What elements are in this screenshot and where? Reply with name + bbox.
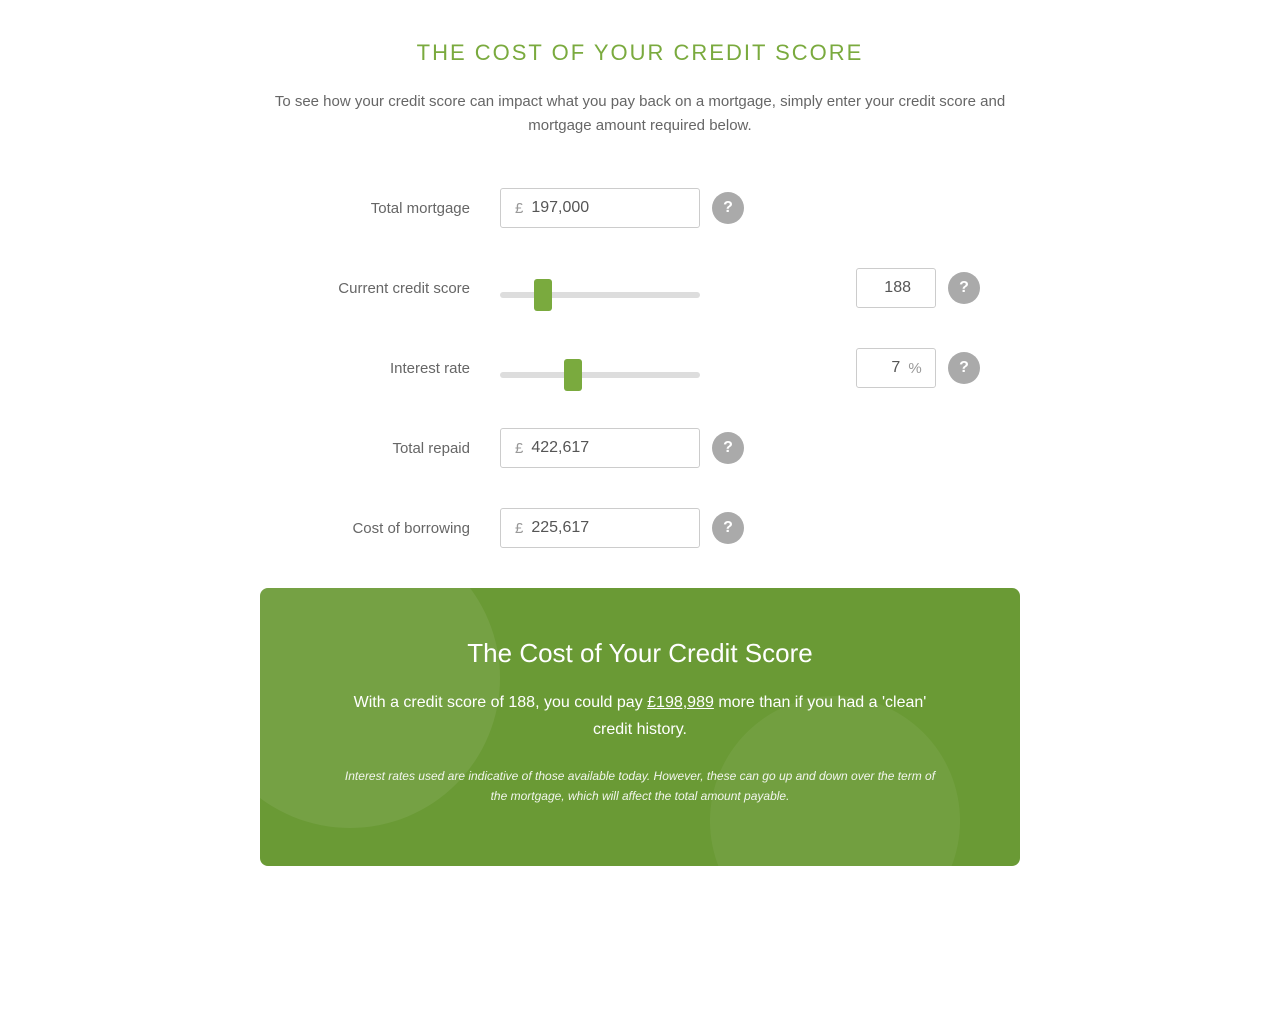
info-highlighted-amount: £198,989 [647,694,714,711]
interest-rate-slider-wrapper[interactable] [500,365,844,371]
interest-rate-input[interactable] [870,359,900,377]
calculator-form: Total mortgage £ ? Current credit score … [260,188,1020,548]
info-body-prefix: With a credit score of [354,694,509,711]
total-repaid-label: Total repaid [300,440,500,457]
total-repaid-row: Total repaid £ ? [300,428,980,468]
total-repaid-control: £ ? [500,428,980,468]
credit-score-input-box[interactable] [856,268,936,308]
total-repaid-currency: £ [515,440,523,457]
info-card-title: The Cost of Your Credit Score [340,638,940,669]
interest-rate-percent: % [908,360,921,377]
total-repaid-input [531,439,651,457]
credit-score-input[interactable] [881,279,911,297]
info-credit-score: 188 [508,694,535,711]
total-mortgage-input-box[interactable]: £ [500,188,700,228]
cost-of-borrowing-row: Cost of borrowing £ ? [300,508,980,548]
credit-score-slider-wrapper[interactable] [500,285,844,291]
interest-rate-control: % ? [500,348,980,388]
total-mortgage-row: Total mortgage £ ? [300,188,980,228]
page-title: THE COST OF YOUR CREDIT SCORE [260,40,1020,66]
info-card-body: With a credit score of 188, you could pa… [340,689,940,743]
interest-rate-slider[interactable] [500,372,700,378]
credit-score-row: Current credit score ? [300,268,980,308]
interest-rate-help-button[interactable]: ? [948,352,980,384]
total-mortgage-currency: £ [515,200,523,217]
interest-rate-row: Interest rate % ? [300,348,980,388]
cost-of-borrowing-input [531,519,651,537]
cost-of-borrowing-input-box: £ [500,508,700,548]
credit-score-help-button[interactable]: ? [948,272,980,304]
page-subtitle: To see how your credit score can impact … [260,90,1020,138]
info-body-middle: , you could pay [535,694,647,711]
total-repaid-input-box: £ [500,428,700,468]
cost-of-borrowing-currency: £ [515,520,523,537]
total-mortgage-help-button[interactable]: ? [712,192,744,224]
total-mortgage-input[interactable] [531,199,651,217]
total-mortgage-control: £ ? [500,188,980,228]
credit-score-control: ? [500,268,980,308]
interest-rate-label: Interest rate [300,360,500,377]
credit-score-label: Current credit score [300,280,500,297]
info-card-footnote: Interest rates used are indicative of th… [340,767,940,805]
credit-score-slider[interactable] [500,292,700,298]
cost-of-borrowing-help-button[interactable]: ? [712,512,744,544]
interest-rate-input-box[interactable]: % [856,348,936,388]
cost-of-borrowing-control: £ ? [500,508,980,548]
total-mortgage-label: Total mortgage [300,200,500,217]
info-card: The Cost of Your Credit Score With a cre… [260,588,1020,866]
cost-of-borrowing-label: Cost of borrowing [300,520,500,537]
total-repaid-help-button[interactable]: ? [712,432,744,464]
